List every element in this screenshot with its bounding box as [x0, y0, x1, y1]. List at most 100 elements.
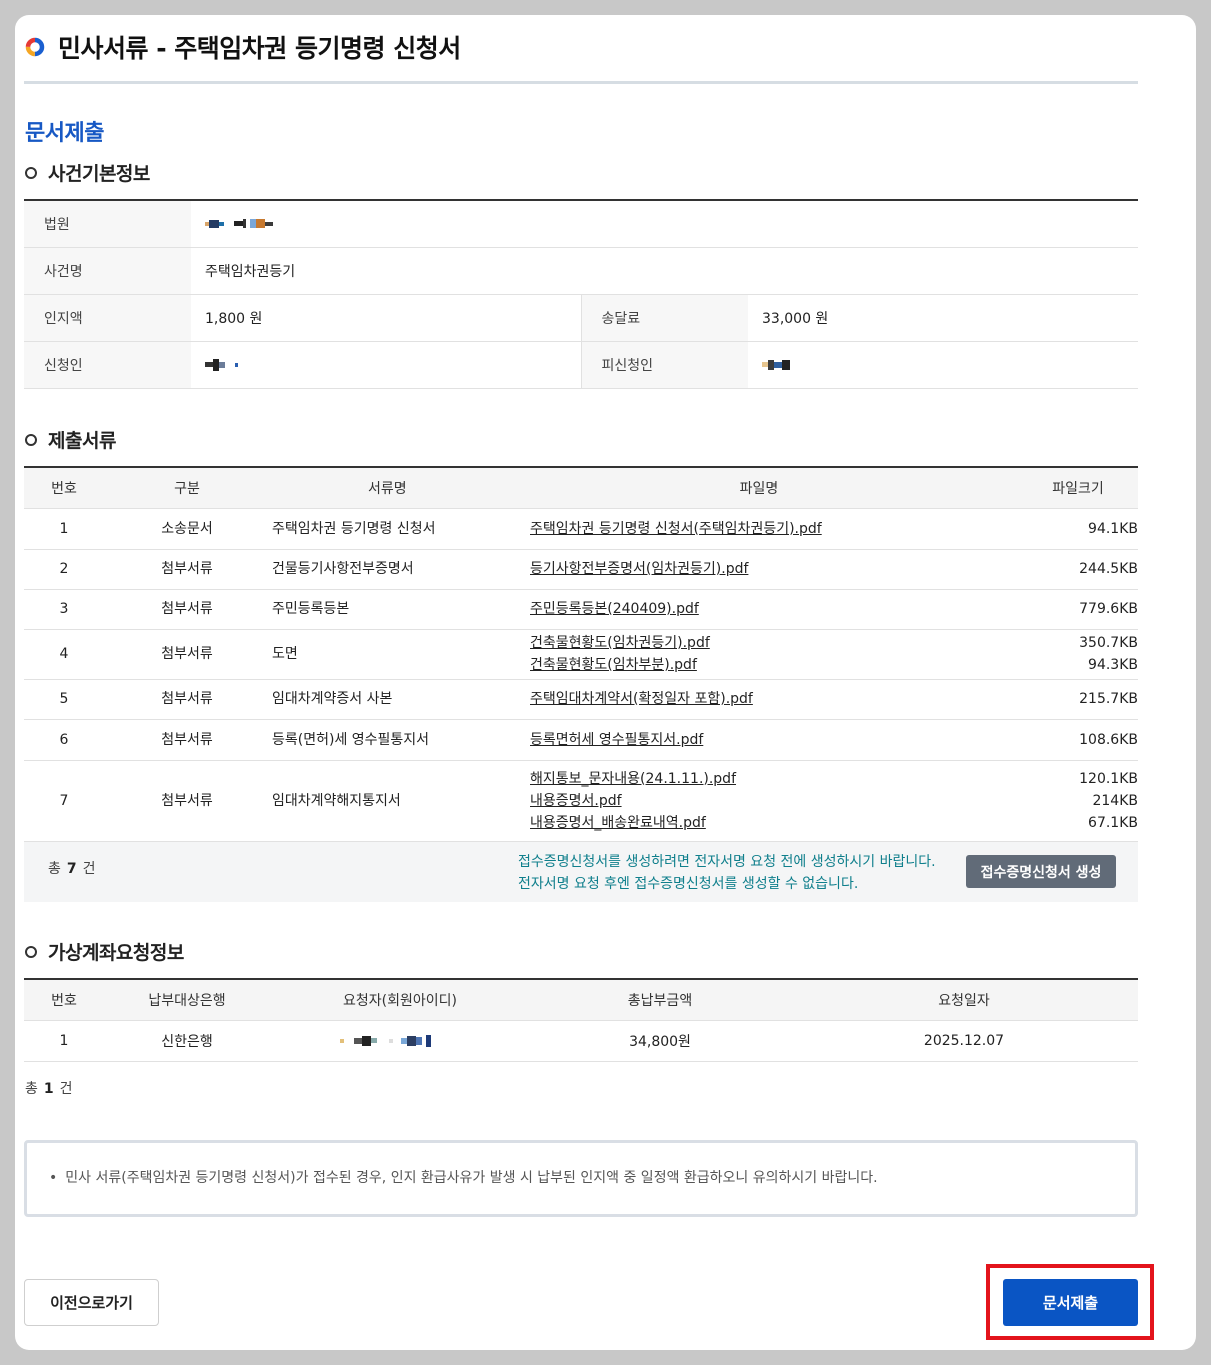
file-size: 215.7KB: [1079, 691, 1138, 707]
redacted-applicant: [205, 357, 238, 373]
doc-files: 주택임차권 등기명령 신청서(주택임차권등기).pdf: [530, 508, 988, 550]
file-link[interactable]: 주택임대차계약서(확정일자 포함).pdf: [530, 688, 988, 710]
submit-document-button[interactable]: 문서제출: [1003, 1279, 1138, 1326]
case-info-row: 사건명 주택임차권등기: [24, 247, 1138, 295]
virtual-account-heading-text: 가상계좌요청정보: [48, 942, 184, 964]
case-info-row: 법원: [24, 200, 1138, 248]
doc-files: 해지통보_문자내용(24.1.11.).pdf 내용증명서.pdf 내용증명서_배송…: [530, 760, 988, 842]
doc-no: 6: [24, 719, 104, 761]
file-size: 350.7KB: [1079, 635, 1138, 651]
bullet-ring-icon: [25, 945, 37, 958]
file-link[interactable]: 등록면허세 영수필통지서.pdf: [530, 729, 988, 751]
doc-sizes: 215.7KB: [988, 679, 1138, 720]
total-prefix: 총: [25, 1081, 38, 1097]
file-size: 779.6KB: [1079, 601, 1138, 617]
total-count-number: 7: [66, 861, 77, 877]
page-title-text: 민사서류 - 주택임차권 등기명령 신청서: [58, 34, 461, 63]
doc-no: 5: [24, 679, 104, 720]
court-value-redacted: [191, 200, 1138, 248]
doc-category: 첨부서류: [104, 629, 270, 680]
file-link[interactable]: 해지통보_문자내용(24.1.11.).pdf: [530, 768, 988, 790]
file-link[interactable]: 내용증명서.pdf: [530, 790, 988, 812]
col-header-category: 구분: [104, 467, 270, 509]
doc-name: 주민등록등본: [270, 589, 530, 630]
file-link[interactable]: 건축물현황도(임차부분).pdf: [530, 654, 988, 676]
col-header-doc-name: 서류명: [270, 467, 530, 509]
acct-amount: 34,800원: [530, 1020, 790, 1062]
receipt-notice: 접수증명신청서를 생성하려면 전자서명 요청 전에 생성하시기 바랍니다. 전자…: [518, 851, 936, 895]
file-size: 94.3KB: [1088, 657, 1138, 673]
stamp-fee-value: 1,800 원: [191, 294, 581, 342]
doc-name: 임대차계약해지통지서: [270, 760, 530, 842]
doc-files: 주택임대차계약서(확정일자 포함).pdf: [530, 679, 988, 720]
acct-no: 1: [24, 1020, 104, 1062]
generate-receipt-button[interactable]: 접수증명신청서 생성: [966, 855, 1116, 888]
title-ring-icon: [25, 37, 45, 57]
doc-sizes: 779.6KB: [988, 589, 1138, 630]
doc-sizes: 108.6KB: [988, 719, 1138, 761]
documents-header-row: 번호 구분 서류명 파일명 파일크기: [24, 467, 1138, 509]
bullet-ring-icon: [25, 433, 37, 446]
receipt-notice-line1: 접수증명신청서를 생성하려면 전자서명 요청 전에 생성하시기 바랍니다.: [518, 854, 936, 870]
redacted-court: [205, 216, 273, 232]
case-info-heading-text: 사건기본정보: [48, 163, 150, 185]
table-row: 3 첨부서류 주민등록등본 주민등록등본(240409).pdf 779.6KB: [24, 589, 1138, 630]
previous-button[interactable]: 이전으로가기: [24, 1279, 159, 1326]
case-name-label: 사건명: [24, 247, 191, 295]
section-title: 문서제출: [25, 121, 104, 146]
doc-sizes: 120.1KB 214KB 67.1KB: [988, 760, 1138, 842]
file-link[interactable]: 주택임차권 등기명령 신청서(주택임차권등기).pdf: [530, 518, 988, 540]
case-info-row: 인지액 1,800 원 송달료 33,000 원: [24, 294, 1138, 342]
doc-category: 첨부서류: [104, 549, 270, 590]
table-row: 1 소송문서 주택임차권 등기명령 신청서 주택임차권 등기명령 신청서(주택임차권등…: [24, 508, 1138, 550]
doc-no: 1: [24, 508, 104, 550]
table-row: 5 첨부서류 임대차계약증서 사본 주택임대차계약서(확정일자 포함).pdf 215.…: [24, 679, 1138, 720]
documents-heading-text: 제출서류: [48, 430, 116, 452]
doc-name: 주택임차권 등기명령 신청서: [270, 508, 530, 550]
file-link[interactable]: 건축물현황도(임차권등기).pdf: [530, 632, 988, 654]
title-divider: [24, 81, 1138, 84]
acct-col-amount: 총납부금액: [530, 979, 790, 1021]
refund-notice-text: 민사 서류(주택임차권 등기명령 신청서)가 접수된 경우, 인지 환급사유가 …: [65, 1170, 878, 1186]
redacted-requester: [340, 1033, 431, 1049]
account-total-count: 총1건: [25, 1078, 73, 1098]
col-header-no: 번호: [24, 467, 104, 509]
file-link[interactable]: 등기사항전부증명서(임차권등기).pdf: [530, 558, 988, 580]
documents-summary-bar: 총7건 접수증명신청서를 생성하려면 전자서명 요청 전에 생성하시기 바랍니다…: [24, 842, 1138, 902]
doc-name: 건물등기사항전부증명서: [270, 549, 530, 590]
acct-date: 2025.12.07: [790, 1020, 1138, 1062]
doc-sizes: 94.1KB: [988, 508, 1138, 550]
doc-category: 첨부서류: [104, 719, 270, 761]
doc-files: 건축물현황도(임차권등기).pdf 건축물현황도(임차부분).pdf: [530, 629, 988, 680]
refund-notice-box: • 민사 서류(주택임차권 등기명령 신청서)가 접수된 경우, 인지 환급사유가…: [24, 1140, 1138, 1217]
main-panel: 민사서류 - 주택임차권 등기명령 신청서 문서제출 사건기본정보 법원 사건명…: [15, 15, 1196, 1350]
file-size: 67.1KB: [1088, 814, 1138, 831]
delivery-fee-label: 송달료: [580, 294, 748, 342]
acct-col-bank: 납부대상은행: [104, 979, 270, 1021]
virtual-account-table: 번호 납부대상은행 요청자(회원아이디) 총납부금액 요청일자 1 신한은행 3…: [24, 978, 1138, 1062]
respondent-value-redacted: [748, 341, 1138, 389]
bullet-ring-icon: [25, 166, 37, 179]
total-suffix: 건: [82, 861, 96, 877]
file-size: 244.5KB: [1079, 561, 1138, 577]
file-size: 94.1KB: [1088, 520, 1138, 537]
applicant-value-redacted: [191, 341, 581, 389]
doc-no: 2: [24, 549, 104, 590]
table-row: 2 첨부서류 건물등기사항전부증명서 등기사항전부증명서(임차권등기).pdf 244.…: [24, 549, 1138, 590]
table-row: 7 첨부서류 임대차계약해지통지서 해지통보_문자내용(24.1.11.).pdf 내용…: [24, 760, 1138, 842]
refund-notice: • 민사 서류(주택임차권 등기명령 신청서)가 접수된 경우, 인지 환급사유가…: [49, 1167, 878, 1187]
file-link[interactable]: 주민등록등본(240409).pdf: [530, 598, 988, 620]
documents-table: 번호 구분 서류명 파일명 파일크기 1 소송문서 주택임차권 등기명령 신청서 주택…: [24, 466, 1138, 842]
acct-bank: 신한은행: [104, 1020, 270, 1062]
documents-heading: 제출서류: [25, 426, 116, 453]
doc-sizes: 350.7KB 94.3KB: [988, 629, 1138, 680]
doc-name: 도면: [270, 629, 530, 680]
table-row: 1 신한은행 34,800원 2025.12.07: [24, 1020, 1138, 1062]
account-header-row: 번호 납부대상은행 요청자(회원아이디) 총납부금액 요청일자: [24, 979, 1138, 1021]
table-row: 6 첨부서류 등록(면허)세 영수필통지서 등록면허세 영수필통지서.pdf 108.6…: [24, 719, 1138, 761]
file-link[interactable]: 내용증명서_배송완료내역.pdf: [530, 812, 988, 834]
doc-files: 주민등록등본(240409).pdf: [530, 589, 988, 630]
receipt-notice-line2: 전자서명 요청 후엔 접수증명신청서를 생성할 수 없습니다.: [518, 876, 859, 892]
file-size: 214KB: [1092, 792, 1138, 809]
acct-col-no: 번호: [24, 979, 104, 1021]
